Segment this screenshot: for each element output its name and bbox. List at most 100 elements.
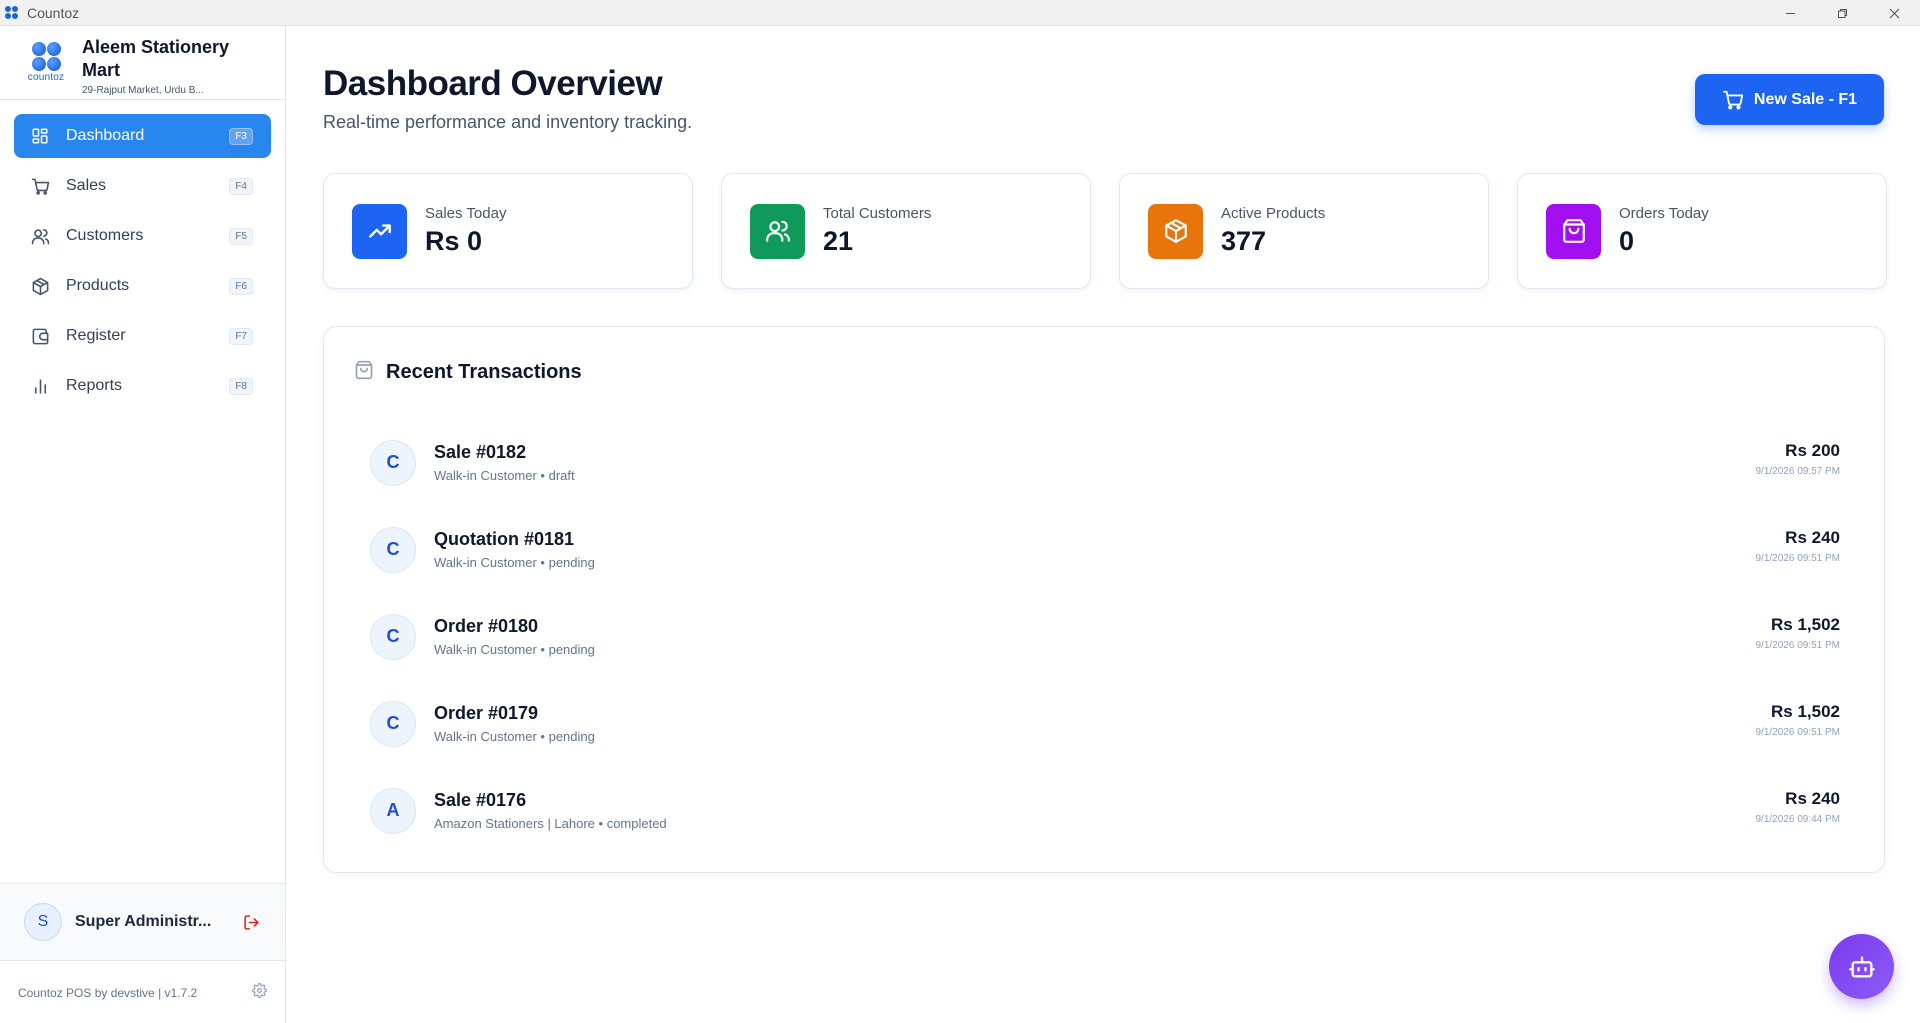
transaction-time: 9/1/2026 09:57 PM <box>1755 466 1840 477</box>
shopping-bag-icon <box>1546 203 1601 259</box>
stat-card-total-customers: Total Customers 21 <box>721 173 1091 289</box>
transaction-amount: Rs 240 <box>1785 789 1840 808</box>
sidebar-item-label: Sales <box>66 177 107 194</box>
new-sale-label: New Sale - F1 <box>1753 90 1858 108</box>
avatar: C <box>370 439 416 486</box>
avatar: C <box>370 700 416 747</box>
stat-card-orders-today: Orders Today 0 <box>1517 173 1887 289</box>
assistant-bot-button[interactable] <box>1829 934 1894 999</box>
transaction-name: Order #0180 <box>434 616 539 636</box>
brand-header: countoz Aleem Stationery Mart 29-Rajput … <box>0 26 285 100</box>
page-subtitle: Real-time performance and inventory trac… <box>323 112 693 132</box>
bar-chart-icon <box>30 376 50 396</box>
sidebar-item-sales[interactable]: Sales F4 <box>14 164 271 208</box>
sidebar-item-label: Dashboard <box>66 127 145 144</box>
sidebar-item-label: Reports <box>66 377 123 394</box>
sidebar-item-register[interactable]: Register F7 <box>14 314 271 358</box>
transaction-row[interactable]: A Sale #0176 Amazon Stationers | Lahore … <box>370 767 1840 854</box>
shopping-bag-icon <box>354 360 374 385</box>
sidebar: countoz Aleem Stationery Mart 29-Rajput … <box>0 26 286 1023</box>
brand-logo: countoz <box>22 42 70 83</box>
transaction-amount: Rs 200 <box>1785 441 1840 460</box>
transaction-meta: Walk-in Customer • pending <box>434 729 595 744</box>
logout-icon <box>243 914 259 930</box>
page-title: Dashboard Overview <box>323 64 663 103</box>
transaction-amount: Rs 1,502 <box>1771 702 1840 721</box>
settings-button[interactable] <box>252 982 267 1003</box>
cart-icon <box>30 176 50 196</box>
stats-row: Sales Today Rs 0 Total Customers 21 Acti… <box>323 173 1887 289</box>
transaction-name: Quotation #0181 <box>434 529 575 549</box>
users-icon <box>750 203 805 259</box>
transaction-time: 9/1/2026 09:51 PM <box>1755 727 1840 738</box>
window-titlebar: Countoz <box>0 0 1920 26</box>
recent-transactions-card: Recent Transactions C Sale #0182 Walk-in… <box>323 326 1885 873</box>
shortcut-badge: F3 <box>229 127 253 145</box>
new-sale-button[interactable]: New Sale - F1 <box>1695 74 1884 125</box>
transaction-name: Order #0179 <box>434 703 539 723</box>
sidebar-item-customers[interactable]: Customers F5 <box>14 214 271 258</box>
stat-label: Active Products <box>1221 205 1326 222</box>
shortcut-badge: F5 <box>229 227 253 245</box>
stat-value: 21 <box>823 226 854 256</box>
logout-button[interactable] <box>241 912 261 932</box>
transaction-time: 9/1/2026 09:44 PM <box>1755 814 1840 825</box>
sidebar-footer: Countoz POS by devstive | v1.7.2 <box>0 962 285 1023</box>
window-title: Countoz <box>27 4 80 21</box>
transaction-meta: Walk-in Customer • pending <box>434 555 595 570</box>
minimize-icon <box>1785 12 1795 14</box>
sidebar-item-reports[interactable]: Reports F8 <box>14 364 271 408</box>
stat-value: Rs 0 <box>425 226 483 256</box>
window-controls <box>1764 0 1920 26</box>
brand-logo-word: countoz <box>27 72 65 83</box>
users-icon <box>30 226 50 246</box>
transaction-row[interactable]: C Sale #0182 Walk-in Customer • draft Rs… <box>370 419 1840 506</box>
cart-icon <box>1722 90 1744 109</box>
dashboard-icon <box>30 126 50 146</box>
shortcut-badge: F6 <box>229 277 253 295</box>
minimize-button[interactable] <box>1764 0 1816 26</box>
robot-icon <box>1848 956 1875 977</box>
close-button[interactable] <box>1868 0 1920 26</box>
transaction-name: Sale #0182 <box>434 442 527 462</box>
transaction-row[interactable]: C Quotation #0181 Walk-in Customer • pen… <box>370 506 1840 593</box>
stat-value: 0 <box>1619 226 1635 256</box>
box-icon <box>1148 203 1203 259</box>
avatar: C <box>370 526 416 573</box>
transaction-name: Sale #0176 <box>434 790 527 810</box>
transaction-row[interactable]: C Order #0179 Walk-in Customer • pending… <box>370 680 1840 767</box>
avatar[interactable]: S <box>24 903 62 941</box>
stat-label: Total Customers <box>823 205 932 222</box>
transaction-amount: Rs 240 <box>1785 528 1840 547</box>
avatar: A <box>370 787 416 834</box>
store-address: 29-Rajput Market, Urdu B... <box>82 85 204 96</box>
transaction-list: C Sale #0182 Walk-in Customer • draft Rs… <box>370 419 1840 854</box>
wallet-icon <box>30 326 50 346</box>
transaction-time: 9/1/2026 09:51 PM <box>1755 553 1840 564</box>
transaction-time: 9/1/2026 09:51 PM <box>1755 640 1840 651</box>
store-name: Aleem Stationery Mart <box>82 37 230 80</box>
sidebar-item-label: Products <box>66 277 130 294</box>
sidebar-item-label: Register <box>66 327 126 344</box>
shortcut-badge: F4 <box>229 177 253 195</box>
section-title: Recent Transactions <box>386 361 582 383</box>
close-icon <box>1889 8 1899 18</box>
sidebar-item-dashboard[interactable]: Dashboard F3 <box>14 114 271 158</box>
restore-button[interactable] <box>1816 0 1868 26</box>
sidebar-item-products[interactable]: Products F6 <box>14 264 271 308</box>
app-icon <box>5 5 19 20</box>
restore-icon <box>1837 8 1847 18</box>
sidebar-nav: Dashboard F3 Sales F4 Customers F5 Produ… <box>0 100 285 408</box>
stat-card-sales-today: Sales Today Rs 0 <box>323 173 693 289</box>
trending-up-icon <box>352 203 407 259</box>
version-text: Countoz POS by devstive | v1.7.2 <box>18 985 198 1000</box>
avatar: C <box>370 613 416 660</box>
transaction-row[interactable]: C Order #0180 Walk-in Customer • pending… <box>370 593 1840 680</box>
stat-value: 377 <box>1221 226 1267 256</box>
main-content: Dashboard Overview Real-time performance… <box>287 26 1920 1023</box>
user-name: Super Administr... <box>75 913 212 930</box>
stat-label: Sales Today <box>425 205 507 222</box>
transaction-meta: Walk-in Customer • pending <box>434 642 595 657</box>
transaction-amount: Rs 1,502 <box>1771 615 1840 634</box>
shortcut-badge: F8 <box>229 377 253 395</box>
